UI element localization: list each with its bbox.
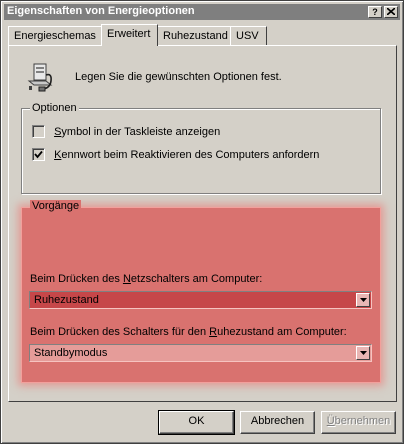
help-button[interactable]: ? xyxy=(368,6,382,18)
tab-usv[interactable]: USV xyxy=(230,26,267,46)
title-bar[interactable]: Eigenschaften von Energieoptionen ? xyxy=(4,4,400,20)
power-button-dropdown[interactable] xyxy=(356,293,370,307)
close-button[interactable] xyxy=(384,6,398,18)
tab-label: Ruhezustand xyxy=(163,30,228,42)
options-group-label: Optionen xyxy=(30,102,79,114)
chevron-down-icon xyxy=(360,351,367,355)
power-computer-icon xyxy=(27,63,53,92)
tab-erweitert[interactable]: Erweitert xyxy=(101,24,158,46)
apply-button[interactable]: Übernehmen xyxy=(321,411,396,434)
intro-text: Legen Sie die gewünschten Optionen fest. xyxy=(75,71,282,83)
actions-group-label: Vorgänge xyxy=(30,200,82,212)
tab-panel-erweitert: Legen Sie die gewünschten Optionen fest.… xyxy=(8,45,397,402)
sleep-button-value: Standbymodus xyxy=(34,347,108,359)
options-group: Optionen Symbol in der Taskleiste anzeig… xyxy=(21,102,381,194)
password-label: Kennwort beim Reaktivieren des Computers… xyxy=(54,148,320,161)
tab-label: Energieschemas xyxy=(14,30,96,42)
tab-ruhezustand[interactable]: Ruhezustand xyxy=(157,26,231,46)
password-option[interactable]: Kennwort beim Reaktivieren des Computers… xyxy=(32,148,319,161)
cancel-button[interactable]: Abbrechen xyxy=(240,411,315,434)
window-title: Eigenschaften von Energieoptionen xyxy=(7,5,195,17)
power-button-value: Ruhezustand xyxy=(34,294,99,306)
sleep-button-dropdown[interactable] xyxy=(356,346,370,360)
power-button-select[interactable]: Ruhezustand xyxy=(29,291,372,309)
dialog-window: Eigenschaften von Energieoptionen ? Ener… xyxy=(0,0,404,444)
chevron-down-icon xyxy=(360,298,367,302)
taskbar-icon-option[interactable]: Symbol in der Taskleiste anzeigen xyxy=(32,125,220,138)
tab-label: Erweitert xyxy=(107,28,151,40)
tab-energieschemas[interactable]: Energieschemas xyxy=(8,26,102,46)
ok-button[interactable]: OK xyxy=(158,410,235,435)
checkmark-icon xyxy=(34,150,43,159)
actions-group: Vorgänge Beim Drücken des Netzschalters … xyxy=(21,200,381,383)
tab-label: USV xyxy=(236,30,259,42)
close-icon xyxy=(386,7,396,16)
password-checkbox[interactable] xyxy=(32,148,45,161)
sleep-button-select[interactable]: Standbymodus xyxy=(29,344,372,362)
taskbar-icon-label: Symbol in der Taskleiste anzeigen xyxy=(54,125,221,138)
taskbar-icon-checkbox[interactable] xyxy=(32,125,45,138)
power-button-label: Beim Drücken des Netzschalters am Comput… xyxy=(30,273,263,285)
sleep-button-label: Beim Drücken des Schalters für den Ruhez… xyxy=(30,326,347,338)
